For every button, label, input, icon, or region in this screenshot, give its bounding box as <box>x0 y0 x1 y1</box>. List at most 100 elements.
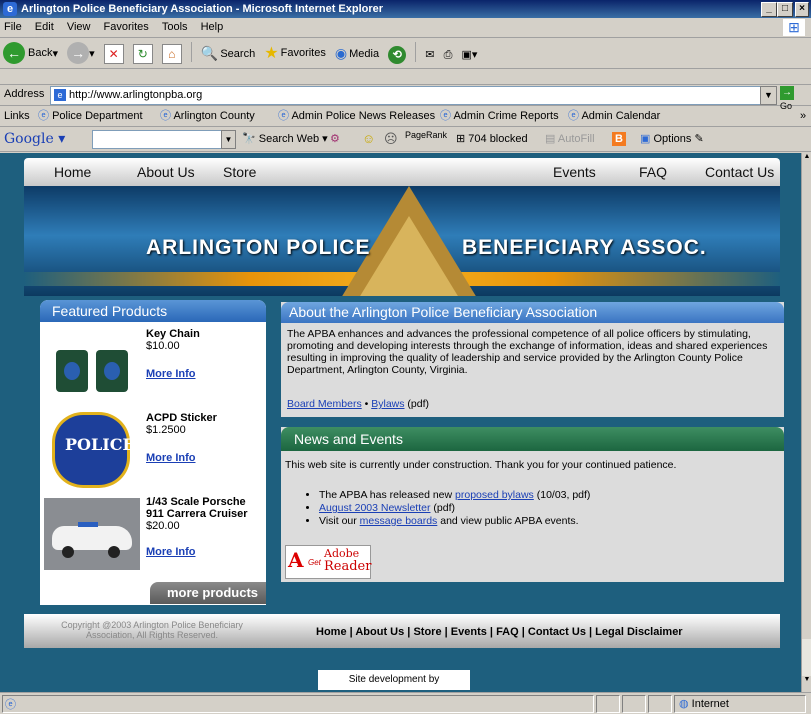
nav-contact-us[interactable]: Contact Us <box>705 164 774 180</box>
close-button[interactable]: × <box>795 2 809 17</box>
about-title: About the Arlington Police Beneficiary A… <box>281 302 784 323</box>
ie-page-icon: ⓔ <box>568 110 579 122</box>
media-button[interactable]: ◉ Media <box>332 41 382 67</box>
link-label: Police Department <box>52 110 143 122</box>
footer-link-store[interactable]: Store <box>413 626 441 638</box>
news-item: Visit our message boards and view public… <box>319 515 590 528</box>
menu-favorites[interactable]: Favorites <box>104 21 149 33</box>
news-title: News and Events <box>281 427 784 451</box>
address-dropdown-button[interactable]: ▼ <box>760 86 777 105</box>
newsletter-link[interactable]: August 2003 Newsletter <box>319 502 430 514</box>
google-search-input[interactable] <box>92 130 222 149</box>
ie-logo-icon: e <box>3 2 17 16</box>
status-text-panel: ⓔ <box>2 695 594 713</box>
status-page-icon: ⓔ <box>5 699 16 711</box>
edit-button[interactable]: ▣ ▾ <box>458 42 480 68</box>
link-police-department[interactable]: ⓔ Police Department <box>38 106 143 126</box>
more-products-button[interactable]: more products <box>150 582 266 604</box>
blogger-icon[interactable]: B <box>612 132 626 146</box>
binoculars-icon: 🔭 <box>242 133 256 145</box>
refresh-button[interactable]: ↻ <box>130 41 156 67</box>
pagerank-indicator[interactable]: PageRank <box>405 123 447 147</box>
keychain-image[interactable] <box>54 336 134 406</box>
print-button[interactable]: ⎙ <box>441 43 456 69</box>
home-button[interactable]: ⌂ <box>159 41 185 67</box>
site-footer: Copyright @2003 Arlington Police Benefic… <box>24 614 780 648</box>
autofill-button[interactable]: ▤ AutoFill <box>545 127 595 151</box>
footer-link-events[interactable]: Events <box>451 626 487 638</box>
menu-view[interactable]: View <box>67 21 91 33</box>
link-arlington-county[interactable]: ⓔ Arlington County <box>160 106 255 126</box>
address-input[interactable]: e http://www.arlingtonpba.org <box>50 86 762 105</box>
product-price: $20.00 <box>146 520 180 532</box>
search-button[interactable]: 🔍 Search <box>198 41 258 67</box>
vote-sad-icon[interactable]: ☹ <box>384 127 398 151</box>
news-list: The APBA has released new proposed bylaw… <box>303 489 590 528</box>
menu-bar: File Edit View Favorites Tools Help <box>0 18 811 38</box>
nav-store[interactable]: Store <box>223 164 256 180</box>
product-more-info-link[interactable]: More Info <box>146 368 196 380</box>
product-more-info-link[interactable]: More Info <box>146 452 196 464</box>
vertical-scrollbar[interactable]: ▲ ▼ <box>801 153 811 692</box>
minimize-button[interactable]: _ <box>761 2 777 17</box>
scroll-up-icon[interactable]: ▲ <box>802 153 811 169</box>
menu-help[interactable]: Help <box>201 21 224 33</box>
news-text: Visit our <box>319 515 360 527</box>
history-button[interactable]: ⟲ <box>385 42 409 68</box>
footer-link-home[interactable]: Home <box>316 626 347 638</box>
porsche-model-image[interactable] <box>44 498 140 570</box>
footer-link-legal[interactable]: Legal Disclaimer <box>595 626 682 638</box>
forward-button[interactable]: → ▾ <box>64 40 98 66</box>
status-panel <box>622 695 646 713</box>
product-more-info-link[interactable]: More Info <box>146 546 196 558</box>
get-adobe-reader-button[interactable]: A Get Adobe Reader <box>285 545 371 579</box>
popup-blocker-button[interactable]: ⊞ 704 blocked <box>456 127 528 151</box>
about-text: The APBA enhances and advances the profe… <box>287 328 768 376</box>
favorites-button[interactable]: ★ Favorites <box>261 40 329 66</box>
proposed-bylaws-link[interactable]: proposed bylaws <box>455 489 534 501</box>
police-sticker-image[interactable]: POLICE <box>52 412 135 488</box>
search-web-button[interactable]: 🔭 Search Web ▾ <box>242 127 328 151</box>
message-boards-link[interactable]: message boards <box>360 515 438 527</box>
mail-icon: ✉ <box>425 49 435 61</box>
windows-logo-icon: ⊞ <box>783 19 805 36</box>
link-admin-calendar[interactable]: ⓔ Admin Calendar <box>568 106 660 126</box>
menu-tools[interactable]: Tools <box>162 21 188 33</box>
footer-link-contact-us[interactable]: Contact Us <box>528 626 586 638</box>
news-text: (pdf) <box>430 502 455 514</box>
mail-button[interactable]: ✉ <box>422 42 437 68</box>
popup-blocker-icon: ⊞ <box>456 133 466 145</box>
product-price: $10.00 <box>146 340 180 352</box>
bylaws-link[interactable]: Bylaws <box>371 398 404 410</box>
board-members-link[interactable]: Board Members <box>287 398 362 410</box>
footer-link-faq[interactable]: FAQ <box>496 626 519 638</box>
footer-link-about-us[interactable]: About Us <box>355 626 404 638</box>
go-button[interactable]: → Go <box>780 86 808 111</box>
stop-button[interactable]: ✕ <box>101 41 127 67</box>
google-dropdown-button[interactable]: ▼ <box>221 130 236 149</box>
nav-about-us[interactable]: About Us <box>137 164 195 180</box>
news-button[interactable]: ⚙ <box>330 127 340 151</box>
link-admin-crime[interactable]: ⓔ Admin Crime Reports <box>440 106 559 126</box>
links-overflow-icon[interactable]: » <box>800 106 806 126</box>
back-arrow-icon: ← <box>3 42 25 64</box>
nav-home[interactable]: Home <box>54 164 91 180</box>
menu-edit[interactable]: Edit <box>35 21 54 33</box>
status-panel <box>596 695 620 713</box>
nav-faq[interactable]: FAQ <box>639 164 667 180</box>
nav-events[interactable]: Events <box>553 164 596 180</box>
zone-panel: ◍ Internet <box>674 695 806 713</box>
maximize-button[interactable]: □ <box>777 2 793 17</box>
scroll-down-icon[interactable]: ▼ <box>802 676 811 692</box>
favorites-label: Favorites <box>280 47 326 59</box>
featured-products-title: Featured Products <box>40 300 266 322</box>
refresh-icon: ↻ <box>132 44 153 64</box>
news-text: The APBA has released new <box>319 489 456 501</box>
scroll-thumb[interactable] <box>802 169 811 639</box>
google-logo[interactable]: Google ▾ <box>4 127 65 151</box>
back-button[interactable]: ← Back ▾ <box>0 40 61 66</box>
menu-file[interactable]: File <box>4 21 22 33</box>
options-button[interactable]: ▣ Options ✎ <box>640 127 704 151</box>
about-panel: About the Arlington Police Beneficiary A… <box>281 302 784 417</box>
vote-happy-icon[interactable]: ☺ <box>362 127 375 151</box>
